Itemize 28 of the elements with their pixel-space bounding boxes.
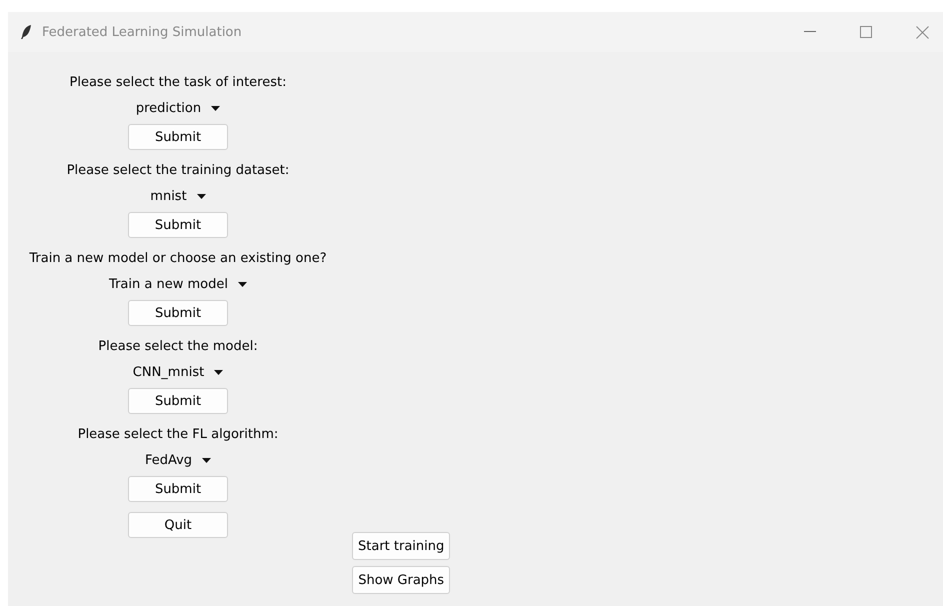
prompt-label: Please select the task of interest: (70, 74, 286, 92)
window-title: Federated Learning Simulation (42, 24, 242, 40)
close-icon[interactable] (916, 26, 929, 38)
maximize-icon[interactable] (860, 26, 872, 38)
minimize-icon[interactable] (804, 31, 816, 33)
option-menu[interactable]: prediction (130, 94, 226, 122)
submit-button[interactable]: Submit (128, 124, 228, 150)
prompt-label: Please select the training dataset: (66, 162, 290, 180)
option-menu[interactable]: mnist (144, 182, 212, 210)
prompt-label: Train a new model or choose an existing one? (29, 250, 327, 268)
submit-button[interactable]: Submit (128, 212, 228, 238)
prompt-label: Please select the FL algorithm: (78, 426, 278, 444)
option-menu[interactable]: CNN_mnist (126, 358, 230, 386)
quit-button[interactable]: Quit (128, 512, 228, 538)
option-menu[interactable]: FedAvg (138, 446, 218, 474)
submit-button[interactable]: Submit (128, 476, 228, 502)
prompt-label: Please select the model: (98, 338, 258, 356)
caret-icon (202, 458, 212, 462)
submit-button[interactable]: Submit (128, 300, 228, 326)
show-graphs-button[interactable]: Show Graphs (352, 566, 450, 594)
caret-icon (238, 282, 247, 286)
caret-icon (211, 106, 220, 110)
caret-icon (214, 370, 224, 374)
caret-icon (196, 194, 206, 198)
submit-button[interactable]: Submit (128, 388, 228, 414)
feather-icon (20, 24, 32, 40)
option-menu[interactable]: Train a new model (103, 270, 253, 298)
start-training-button[interactable]: Start training (352, 532, 450, 560)
